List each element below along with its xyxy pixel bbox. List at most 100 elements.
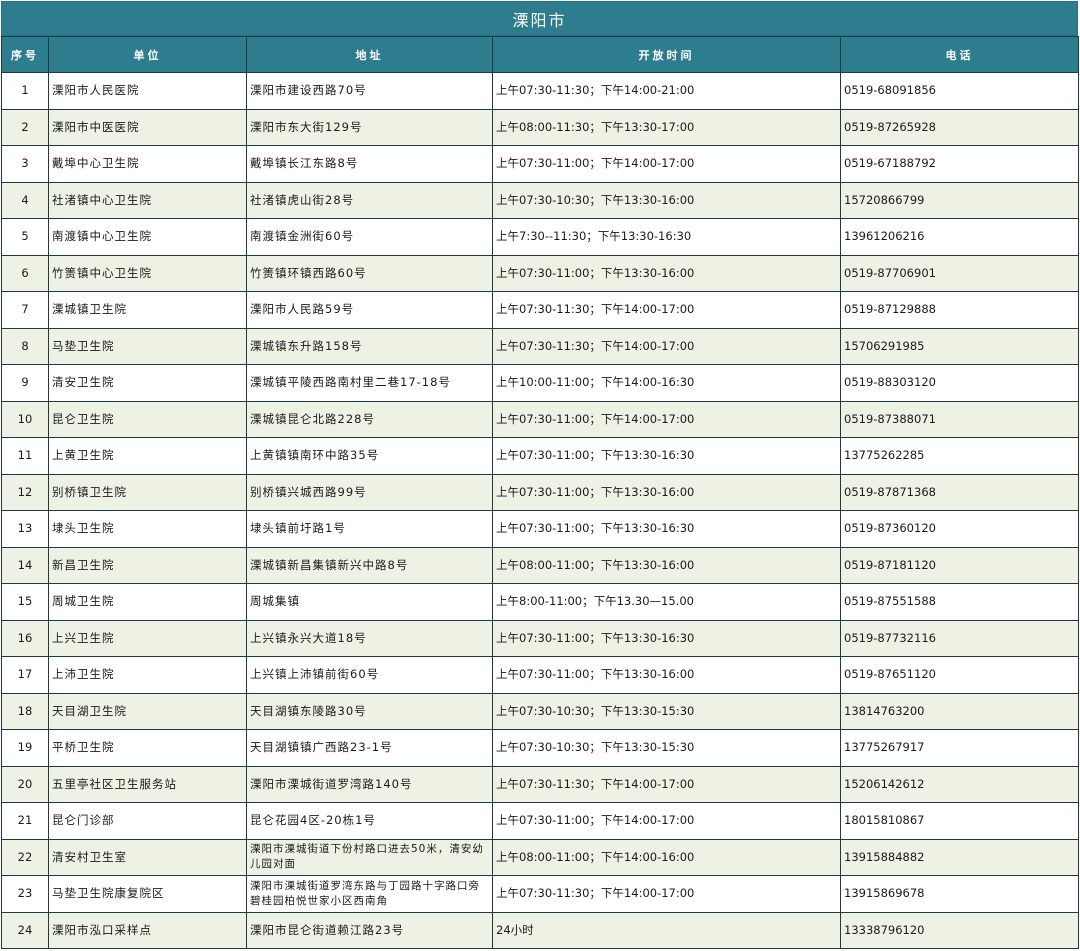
cell-address: 溧城镇东升路158号 [246, 327, 493, 365]
cell-unit: 周城卫生院 [48, 583, 247, 621]
table-row: 13 埭头卫生院 埭头镇前圩路1号 上午07:30-11:00；下午13:30-… [1, 510, 1079, 548]
cell-address: 溧城镇新昌集镇新兴中路8号 [246, 546, 493, 584]
header-address: 地址 [246, 36, 493, 73]
cell-index: 12 [1, 473, 49, 511]
cell-unit: 天目湖卫生院 [48, 692, 247, 730]
cell-phone: 13915884882 [840, 838, 1079, 876]
cell-unit: 五里亭社区卫生服务站 [48, 765, 247, 803]
cell-index: 21 [1, 802, 49, 840]
cell-hours: 上午07:30-11:30；下午14:00-17:00 [492, 765, 841, 803]
cell-hours: 上午07:30-10:30；下午13:30-15:30 [492, 692, 841, 730]
cell-index: 2 [1, 108, 49, 146]
cell-index: 15 [1, 583, 49, 621]
cell-phone: 13814763200 [840, 692, 1079, 730]
cell-phone: 18015810867 [840, 802, 1079, 840]
cell-phone: 15706291985 [840, 327, 1079, 365]
cell-hours: 上午07:30-11:00；下午13:30-16:30 [492, 510, 841, 548]
cell-unit: 埭头卫生院 [48, 510, 247, 548]
cell-hours: 24小时 [492, 911, 841, 949]
cell-hours: 上午10:00-11:00；下午14:00-16:30 [492, 364, 841, 402]
cell-phone: 13775267917 [840, 729, 1079, 767]
cell-phone: 0519-87129888 [840, 291, 1079, 329]
cell-unit: 戴埠中心卫生院 [48, 145, 247, 183]
cell-address: 溧城镇平陵西路南村里二巷17-18号 [246, 364, 493, 402]
cell-address: 社渚镇虎山街28号 [246, 181, 493, 219]
cell-address: 南渡镇金洲街60号 [246, 218, 493, 256]
header-hours: 开放时间 [492, 36, 841, 73]
cell-unit: 溧阳市中医医院 [48, 108, 247, 146]
cell-unit: 溧阳市泓口采样点 [48, 911, 247, 949]
header-index: 序号 [1, 36, 49, 73]
cell-phone: 0519-87181120 [840, 546, 1079, 584]
cell-address: 溧城镇昆仑北路228号 [246, 400, 493, 438]
cell-unit: 南渡镇中心卫生院 [48, 218, 247, 256]
cell-unit: 别桥镇卫生院 [48, 473, 247, 511]
cell-hours: 上午07:30-11:30；下午14:00-17:00 [492, 875, 841, 913]
cell-hours: 上午08:00-11:00；下午14:00-16:00 [492, 838, 841, 876]
cell-address: 上兴镇永兴大道18号 [246, 619, 493, 657]
table-row: 12 别桥镇卫生院 别桥镇兴城西路99号 上午07:30-11:00；下午13:… [1, 473, 1079, 511]
cell-index: 7 [1, 291, 49, 329]
cell-phone: 0519-87706901 [840, 254, 1079, 292]
cell-hours: 上午07:30-11:30；下午14:00-21:00 [492, 72, 841, 110]
hospital-table-container: 溧阳市 序号 单位 地址 开放时间 电话 1 溧阳市人民医院 溧阳市建设西路70… [1, 1, 1079, 949]
cell-phone: 0519-87360120 [840, 510, 1079, 548]
cell-index: 14 [1, 546, 49, 584]
table-row: 9 清安卫生院 溧城镇平陵西路南村里二巷17-18号 上午10:00-11:00… [1, 364, 1079, 402]
cell-hours: 上午07:30-11:00；下午13:30-16:00 [492, 254, 841, 292]
cell-phone: 0519-68091856 [840, 72, 1079, 110]
hospital-table: 序号 单位 地址 开放时间 电话 1 溧阳市人民医院 溧阳市建设西路70号 上午… [1, 36, 1079, 949]
cell-address: 戴埠镇长江东路8号 [246, 145, 493, 183]
cell-address: 天目湖镇镇广西路23-1号 [246, 729, 493, 767]
cell-hours: 上午07:30-11:00；下午13:30-16:30 [492, 437, 841, 475]
cell-hours: 上午07:30-11:30；下午14:00-17:00 [492, 327, 841, 365]
header-phone: 电话 [840, 36, 1079, 73]
cell-unit: 平桥卫生院 [48, 729, 247, 767]
table-row: 19 平桥卫生院 天目湖镇镇广西路23-1号 上午07:30-10:30；下午1… [1, 729, 1079, 767]
cell-phone: 0519-67188792 [840, 145, 1079, 183]
cell-unit: 马垫卫生院康复院区 [48, 875, 247, 913]
cell-address: 溧阳市昆仑街道赖江路23号 [246, 911, 493, 949]
table-row: 22 清安村卫生室 溧阳市溧城街道下份村路口进去50米，清安幼儿园对面 上午08… [1, 838, 1079, 876]
cell-unit: 溧城镇卫生院 [48, 291, 247, 329]
cell-unit: 竹箦镇中心卫生院 [48, 254, 247, 292]
cell-index: 17 [1, 656, 49, 694]
cell-unit: 社渚镇中心卫生院 [48, 181, 247, 219]
cell-index: 10 [1, 400, 49, 438]
cell-hours: 上午07:30-11:00；下午13:30-16:30 [492, 619, 841, 657]
cell-phone: 13915869678 [840, 875, 1079, 913]
cell-index: 4 [1, 181, 49, 219]
cell-phone: 0519-87732116 [840, 619, 1079, 657]
table-row: 11 上黄卫生院 上黄镇镇南环中路35号 上午07:30-11:00；下午13:… [1, 437, 1079, 475]
table-row: 20 五里亭社区卫生服务站 溧阳市溧城街道罗湾路140号 上午07:30-11:… [1, 765, 1079, 803]
table-row: 15 周城卫生院 周城集镇 上午8:00-11:00；下午13.30—15.00… [1, 583, 1079, 621]
cell-hours: 上午7:30--11:30；下午13:30-16:30 [492, 218, 841, 256]
cell-address: 天目湖镇东陵路30号 [246, 692, 493, 730]
cell-phone: 0519-87265928 [840, 108, 1079, 146]
cell-index: 11 [1, 437, 49, 475]
cell-hours: 上午07:30-11:00；下午14:00-17:00 [492, 802, 841, 840]
table-row: 23 马垫卫生院康复院区 溧阳市溧城街道罗湾东路与丁园路十字路口旁 碧桂园柏悦世… [1, 875, 1079, 913]
cell-index: 18 [1, 692, 49, 730]
cell-address: 昆仑花园4区-20栋1号 [246, 802, 493, 840]
cell-address: 溧阳市东大街129号 [246, 108, 493, 146]
cell-unit: 清安卫生院 [48, 364, 247, 402]
cell-phone: 13961206216 [840, 218, 1079, 256]
table-row: 1 溧阳市人民医院 溧阳市建设西路70号 上午07:30-11:30；下午14:… [1, 72, 1079, 110]
cell-address: 溧阳市溧城街道罗湾东路与丁园路十字路口旁 碧桂园柏悦世家小区西南角 [246, 875, 493, 913]
cell-hours: 上午08:00-11:00；下午13:30-16:00 [492, 546, 841, 584]
cell-phone: 15206142612 [840, 765, 1079, 803]
cell-hours: 上午07:30-11:00；下午14:00-17:00 [492, 400, 841, 438]
cell-unit: 昆仑门诊部 [48, 802, 247, 840]
table-row: 8 马垫卫生院 溧城镇东升路158号 上午07:30-11:30；下午14:00… [1, 327, 1079, 365]
cell-index: 23 [1, 875, 49, 913]
cell-index: 6 [1, 254, 49, 292]
cell-index: 20 [1, 765, 49, 803]
table-row: 5 南渡镇中心卫生院 南渡镇金洲街60号 上午7:30--11:30；下午13:… [1, 218, 1079, 256]
cell-unit: 清安村卫生室 [48, 838, 247, 876]
cell-address: 溧阳市人民路59号 [246, 291, 493, 329]
cell-hours: 上午08:00-11:30；下午13:30-17:00 [492, 108, 841, 146]
table-row: 14 新昌卫生院 溧城镇新昌集镇新兴中路8号 上午08:00-11:00；下午1… [1, 546, 1079, 584]
table-row: 10 昆仑卫生院 溧城镇昆仑北路228号 上午07:30-11:00；下午14:… [1, 400, 1079, 438]
cell-unit: 上兴卫生院 [48, 619, 247, 657]
